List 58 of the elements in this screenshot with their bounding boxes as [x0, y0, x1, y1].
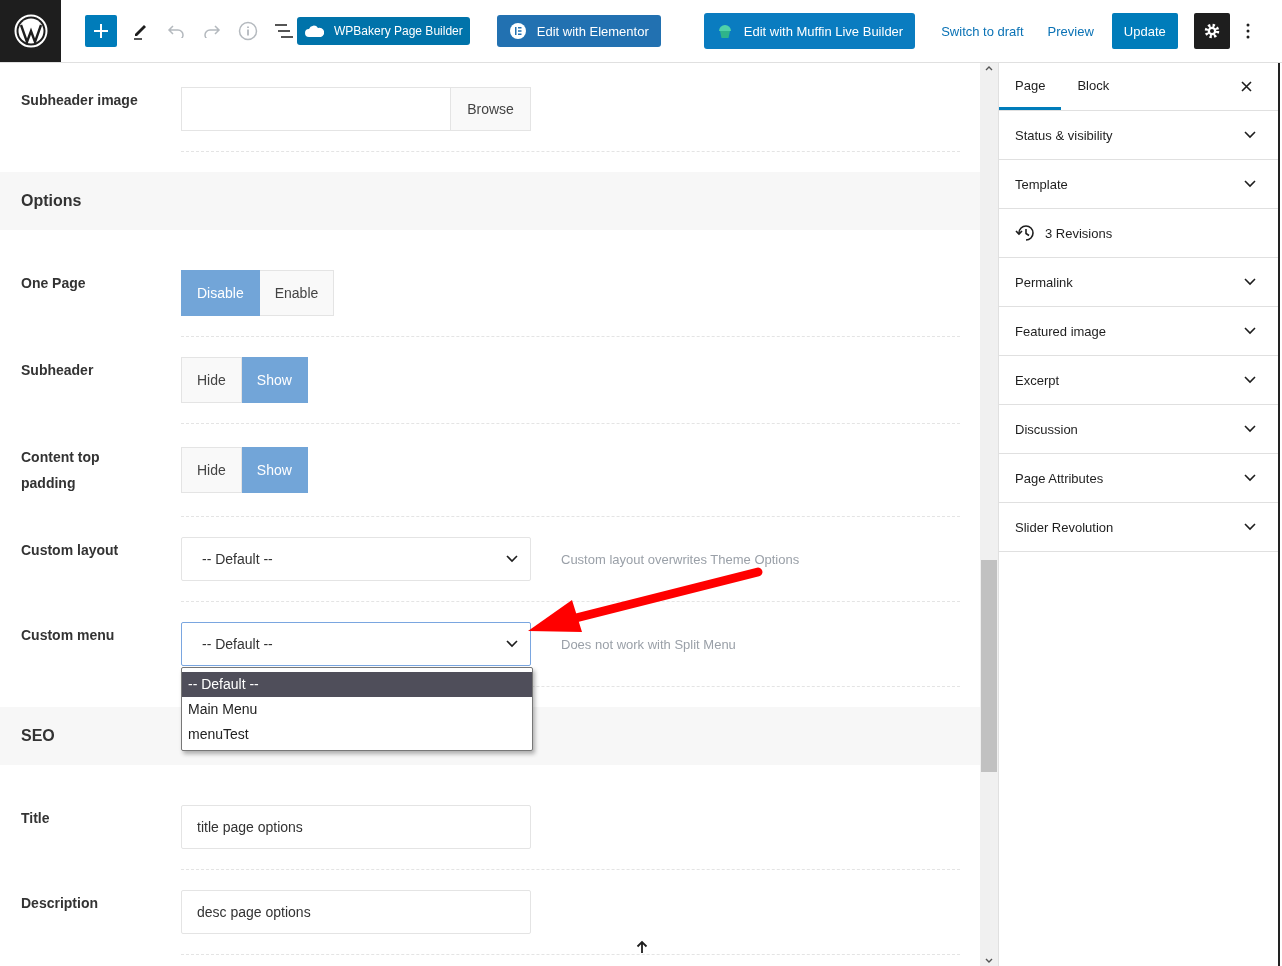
list-icon [274, 23, 294, 39]
update-button[interactable]: Update [1111, 13, 1178, 49]
settings-button[interactable] [1193, 13, 1230, 49]
scrollbar[interactable] [980, 63, 998, 966]
redo-icon [203, 24, 221, 38]
toggle-option[interactable]: Hide [181, 447, 242, 493]
field-label: Content top padding [21, 448, 101, 493]
toggle-option[interactable]: Hide [181, 357, 242, 403]
history-icon [1015, 224, 1035, 242]
dropdown-select[interactable]: -- Default -- [181, 537, 531, 581]
close-icon [1241, 81, 1252, 92]
chevron-down-icon [1244, 425, 1256, 433]
field-label: Subheader [21, 361, 95, 380]
field-label: Title [21, 809, 51, 828]
header-link[interactable]: Preview [1035, 23, 1106, 39]
chevron-down-icon [506, 640, 518, 648]
chevron-down-icon [506, 555, 518, 563]
dropdown-option[interactable]: Main Menu [182, 697, 532, 722]
field-label: Custom menu [21, 626, 116, 645]
dropdown-option[interactable]: -- Default -- [182, 672, 532, 697]
chevron-down-icon [1244, 523, 1256, 531]
builder-button[interactable]: Edit with Elementor [496, 15, 661, 47]
sidebar-tab[interactable]: Block [1061, 63, 1126, 110]
field-hint: Does not work with Split Menu [561, 636, 737, 652]
chevron-down-icon [1244, 180, 1256, 188]
more-icon [1245, 23, 1250, 39]
section-title: Options [21, 192, 82, 210]
section-title: SEO [21, 727, 55, 745]
wordpress-logo[interactable] [0, 0, 61, 62]
chevron-down-icon [1244, 474, 1256, 482]
field-label: Subheader image [21, 91, 139, 110]
info-icon [238, 21, 258, 41]
field-hint: Custom layout overwrites Theme Options [561, 551, 801, 567]
builder-button[interactable]: WPBakery Page Builder [297, 17, 470, 45]
header-link[interactable]: Switch to draft [929, 23, 1036, 39]
scrollbar-thumb[interactable] [981, 560, 997, 772]
chevron-down-icon [1244, 376, 1256, 384]
cloud-icon [304, 24, 324, 38]
settings-icon [1202, 22, 1221, 40]
elementor-icon [508, 22, 527, 40]
text-field[interactable]: desc page options [181, 890, 531, 934]
field-label: One Page [21, 274, 87, 293]
chevron-down-icon [1244, 327, 1256, 335]
add-button[interactable] [85, 15, 117, 47]
browse-button[interactable]: Browse [450, 87, 531, 131]
pencil-icon [131, 22, 149, 40]
field-label: Description [21, 894, 99, 913]
field-label: Custom layout [21, 541, 120, 560]
up-arrow-icon[interactable] [636, 940, 648, 954]
chevron-down-icon [1244, 278, 1256, 286]
dropdown-option[interactable]: menuTest [182, 722, 532, 747]
image-path-field[interactable] [181, 87, 450, 131]
text-field[interactable]: title page options [181, 805, 531, 849]
plus-icon [93, 23, 109, 39]
undo-icon [167, 24, 185, 38]
builder-button[interactable]: Edit with Muffin Live Builder [703, 13, 916, 49]
chevron-down-icon [1244, 131, 1256, 139]
toggle-option[interactable]: Enable [259, 270, 335, 316]
